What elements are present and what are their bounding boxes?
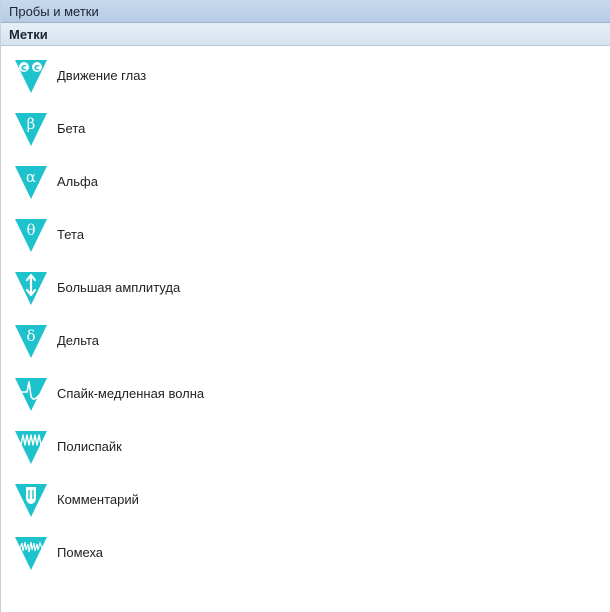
delta-icon: δ xyxy=(14,323,48,359)
svg-text:c: c xyxy=(34,62,40,73)
polyspike-icon xyxy=(14,429,48,465)
tag-label: Большая амплитуда xyxy=(57,280,181,295)
svg-text:α: α xyxy=(26,168,36,186)
tag-label: Дельта xyxy=(57,333,99,348)
tag-label: Движение глаз xyxy=(57,68,147,83)
eye-movement-icon: cc xyxy=(14,58,48,94)
tag-label: Комментарий xyxy=(57,492,139,507)
tag-item-artifact[interactable]: Помеха xyxy=(1,526,610,579)
theta-icon: θ xyxy=(14,217,48,253)
tag-item-beta[interactable]: β Бета xyxy=(1,102,610,155)
tag-label: Помеха xyxy=(57,545,104,560)
tag-item-theta[interactable]: θ Тета xyxy=(1,208,610,261)
beta-icon: β xyxy=(14,111,48,147)
tag-label: Спайк-медленная волна xyxy=(57,386,205,401)
tag-list: cc Движение глаз β Бета α Альфа θ Тета Б… xyxy=(1,46,610,579)
spike-slow-wave-icon xyxy=(14,376,48,412)
tag-item-delta[interactable]: δ Дельта xyxy=(1,314,610,367)
tag-item-polyspike[interactable]: Полиспайк xyxy=(1,420,610,473)
tag-label: Тета xyxy=(57,227,85,242)
tag-label: Полиспайк xyxy=(57,439,122,454)
tag-item-spike-slow-wave[interactable]: Спайк-медленная волна xyxy=(1,367,610,420)
tag-item-large-amplitude[interactable]: Большая амплитуда xyxy=(1,261,610,314)
svg-text:θ: θ xyxy=(26,221,35,239)
large-amplitude-icon xyxy=(14,270,48,306)
alpha-icon: α xyxy=(14,164,48,200)
comment-icon xyxy=(14,482,48,518)
svg-text:δ: δ xyxy=(26,327,35,345)
tag-label: Альфа xyxy=(57,174,98,189)
tag-item-alpha[interactable]: α Альфа xyxy=(1,155,610,208)
svg-text:β: β xyxy=(27,115,36,133)
tag-label: Бета xyxy=(57,121,86,136)
artifact-icon xyxy=(14,535,48,571)
panel-title: Пробы и метки xyxy=(9,3,99,19)
tag-item-eye-movement[interactable]: cc Движение глаз xyxy=(1,49,610,102)
section-title: Метки xyxy=(9,26,48,42)
svg-text:c: c xyxy=(21,62,27,73)
tag-item-comment[interactable]: Комментарий xyxy=(1,473,610,526)
tags-panel: Пробы и метки Метки cc Движение глаз β Б… xyxy=(0,0,610,612)
panel-title-bar: Пробы и метки xyxy=(1,0,610,23)
section-header-tags[interactable]: Метки xyxy=(1,23,610,46)
